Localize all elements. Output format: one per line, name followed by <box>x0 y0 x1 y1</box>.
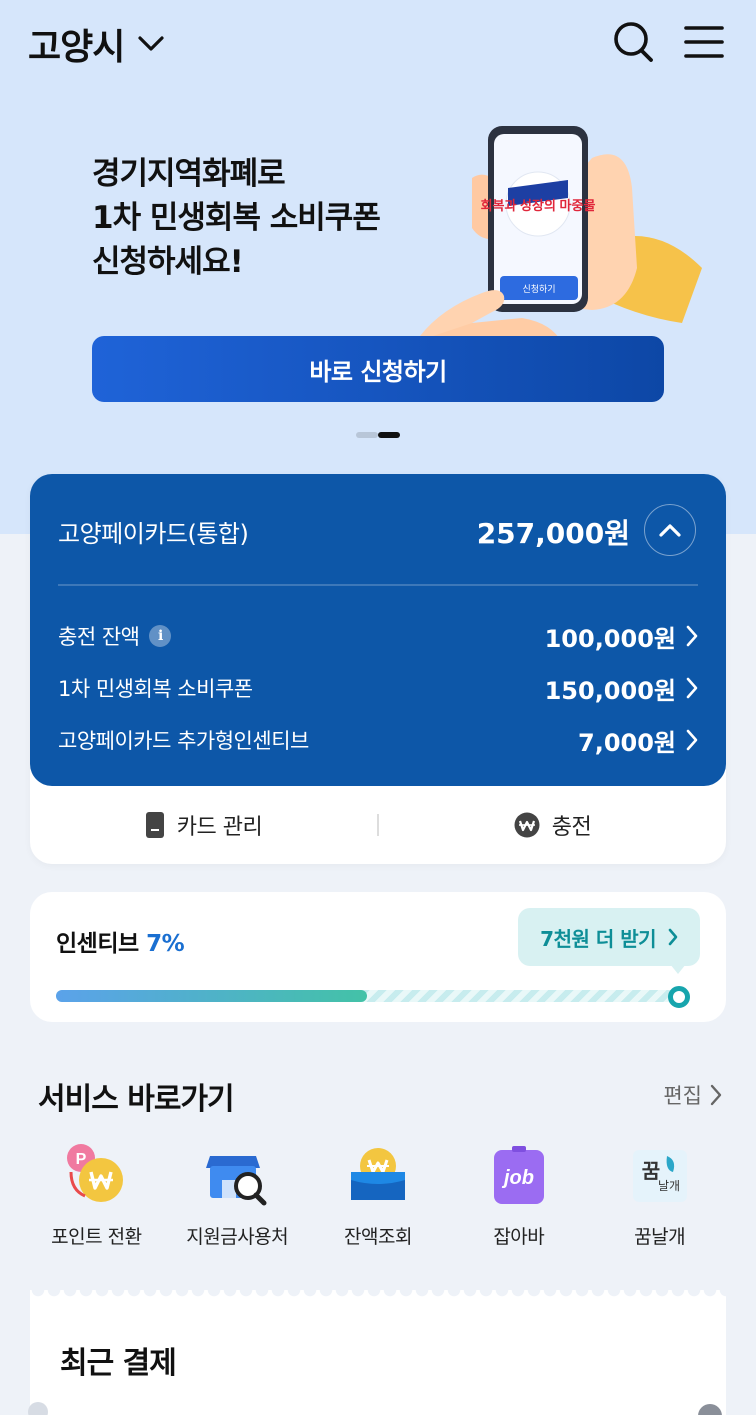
incentive-percent: 7% <box>146 931 185 957</box>
incentive-progress-fill <box>56 990 367 1002</box>
service-store-search[interactable]: 지원금사용처 <box>167 1142 308 1249</box>
service-dream-wings[interactable]: 꿈 날개 꿈날개 <box>589 1142 730 1249</box>
chevron-right-icon <box>686 625 698 647</box>
banner-line-1: 경기지역화폐로 <box>92 156 286 192</box>
card-total-balance: 257,000원 <box>476 517 630 550</box>
card-actions: 카드 관리 충전 <box>30 786 726 864</box>
search-icon[interactable] <box>612 20 654 64</box>
chevron-right-icon <box>686 729 698 751</box>
svg-text:job: job <box>501 1167 534 1189</box>
dream-wings-icon: 꿈 날개 <box>632 1150 687 1202</box>
info-icon[interactable]: i <box>149 625 172 647</box>
phone-screen-button: 신청하기 <box>522 284 555 294</box>
banner-headline: 경기지역화폐로 1차 민생회복 소비쿠폰 신청하세요! <box>92 152 381 284</box>
service-label: 잡아바 <box>493 1226 545 1248</box>
recent-payments-title: 최근 결제 <box>60 1346 177 1381</box>
row-value: 150,000원 <box>544 676 676 705</box>
pay-card-panel: 고양페이카드(통합) 257,000원 충전 잔액 i 100,000원 1차 민… <box>30 474 726 864</box>
collapse-button[interactable] <box>644 504 696 556</box>
card-icon <box>145 812 164 838</box>
row-label: 충전 잔액 <box>58 625 140 649</box>
service-balance-check[interactable]: 잔액조회 <box>308 1142 449 1249</box>
scroll-indicator <box>28 1402 48 1415</box>
chevron-right-icon <box>668 928 678 946</box>
chevron-right-icon <box>710 1084 722 1106</box>
carousel-dot-2[interactable] <box>378 432 400 438</box>
chevron-down-icon <box>138 36 164 51</box>
phone-screen-logo: 회복과 성장의 마중물 <box>481 198 596 213</box>
service-label: 잔액조회 <box>344 1226 412 1248</box>
top-header: 고양시 <box>0 0 756 86</box>
row-label: 고양페이카드 추가형인센티브 <box>58 729 309 753</box>
apply-now-button[interactable]: 바로 신청하기 <box>92 336 664 402</box>
incentive-title: 인센티브 7% <box>56 924 185 958</box>
incentive-progress-bar <box>56 990 678 1002</box>
row-value: 7,000원 <box>578 728 676 757</box>
incentive-title-text: 인센티브 <box>56 931 139 957</box>
chevron-up-icon <box>659 524 681 537</box>
apply-now-label: 바로 신청하기 <box>309 357 447 386</box>
city-selector[interactable]: 고양시 <box>28 18 164 70</box>
progress-end-marker <box>668 986 690 1008</box>
card-summary: 고양페이카드(통합) 257,000원 충전 잔액 i 100,000원 1차 민… <box>30 474 726 786</box>
card-divider <box>58 584 698 586</box>
balance-row-coupon[interactable]: 1차 민생회복 소비쿠폰 150,000원 <box>58 672 698 705</box>
city-name: 고양시 <box>28 27 125 68</box>
banner-line-2: 1차 민생회복 소비쿠폰 <box>92 200 381 236</box>
service-label: 지원금사용처 <box>186 1226 289 1248</box>
services-title: 서비스 바로가기 <box>38 1082 235 1117</box>
menu-icon[interactable] <box>684 24 724 60</box>
svg-text:날개: 날개 <box>658 1179 680 1193</box>
get-more-label: 7천원 더 받기 <box>540 926 656 951</box>
phone-hand-illustration: 회복과 성장의 마중물 신청하기 <box>412 126 702 343</box>
card-name: 고양페이카드(통합) <box>58 520 249 548</box>
balance-row-charge[interactable]: 충전 잔액 i 100,000원 <box>58 620 698 653</box>
row-label: 1차 민생회복 소비쿠폰 <box>58 677 253 701</box>
card-manage-button[interactable]: 카드 관리 <box>30 809 377 841</box>
card-manage-label: 카드 관리 <box>176 815 263 840</box>
balance-row-incentive[interactable]: 고양페이카드 추가형인센티브 7,000원 <box>58 724 698 757</box>
banner-line-3: 신청하세요! <box>92 244 244 280</box>
service-label: 포인트 전환 <box>51 1226 142 1248</box>
get-more-incentive-button[interactable]: 7천원 더 받기 <box>518 908 700 966</box>
carousel-dot-1[interactable] <box>356 432 378 438</box>
charge-label: 충전 <box>551 815 592 840</box>
job-icon: job <box>493 1146 544 1204</box>
recent-payments-panel: 최근 결제 <box>30 1298 726 1415</box>
chevron-right-icon <box>686 677 698 699</box>
won-coin-icon <box>514 812 540 838</box>
carousel-indicator <box>356 432 400 438</box>
service-job[interactable]: job 잡아바 <box>448 1142 589 1249</box>
service-point-convert[interactable]: P 포인트 전환 <box>26 1142 167 1249</box>
store-search-icon <box>206 1156 267 1206</box>
row-value: 100,000원 <box>544 624 676 653</box>
edit-label: 편집 <box>663 1084 702 1108</box>
incentive-panel: 인센티브 7% 7천원 더 받기 <box>30 892 726 1022</box>
services-grid: P 포인트 전환 지원금사용처 잔액조회 job 잡아바 꿈 날개 꿈날개 <box>26 1142 730 1249</box>
point-convert-icon: P <box>67 1144 124 1202</box>
service-label: 꿈날개 <box>634 1226 686 1248</box>
charge-button[interactable]: 충전 <box>379 809 726 841</box>
close-icon[interactable] <box>698 1404 722 1415</box>
bubble-tail <box>670 964 686 974</box>
edit-services-button[interactable]: 편집 <box>663 1080 722 1110</box>
wallet-balance-icon <box>350 1148 405 1200</box>
